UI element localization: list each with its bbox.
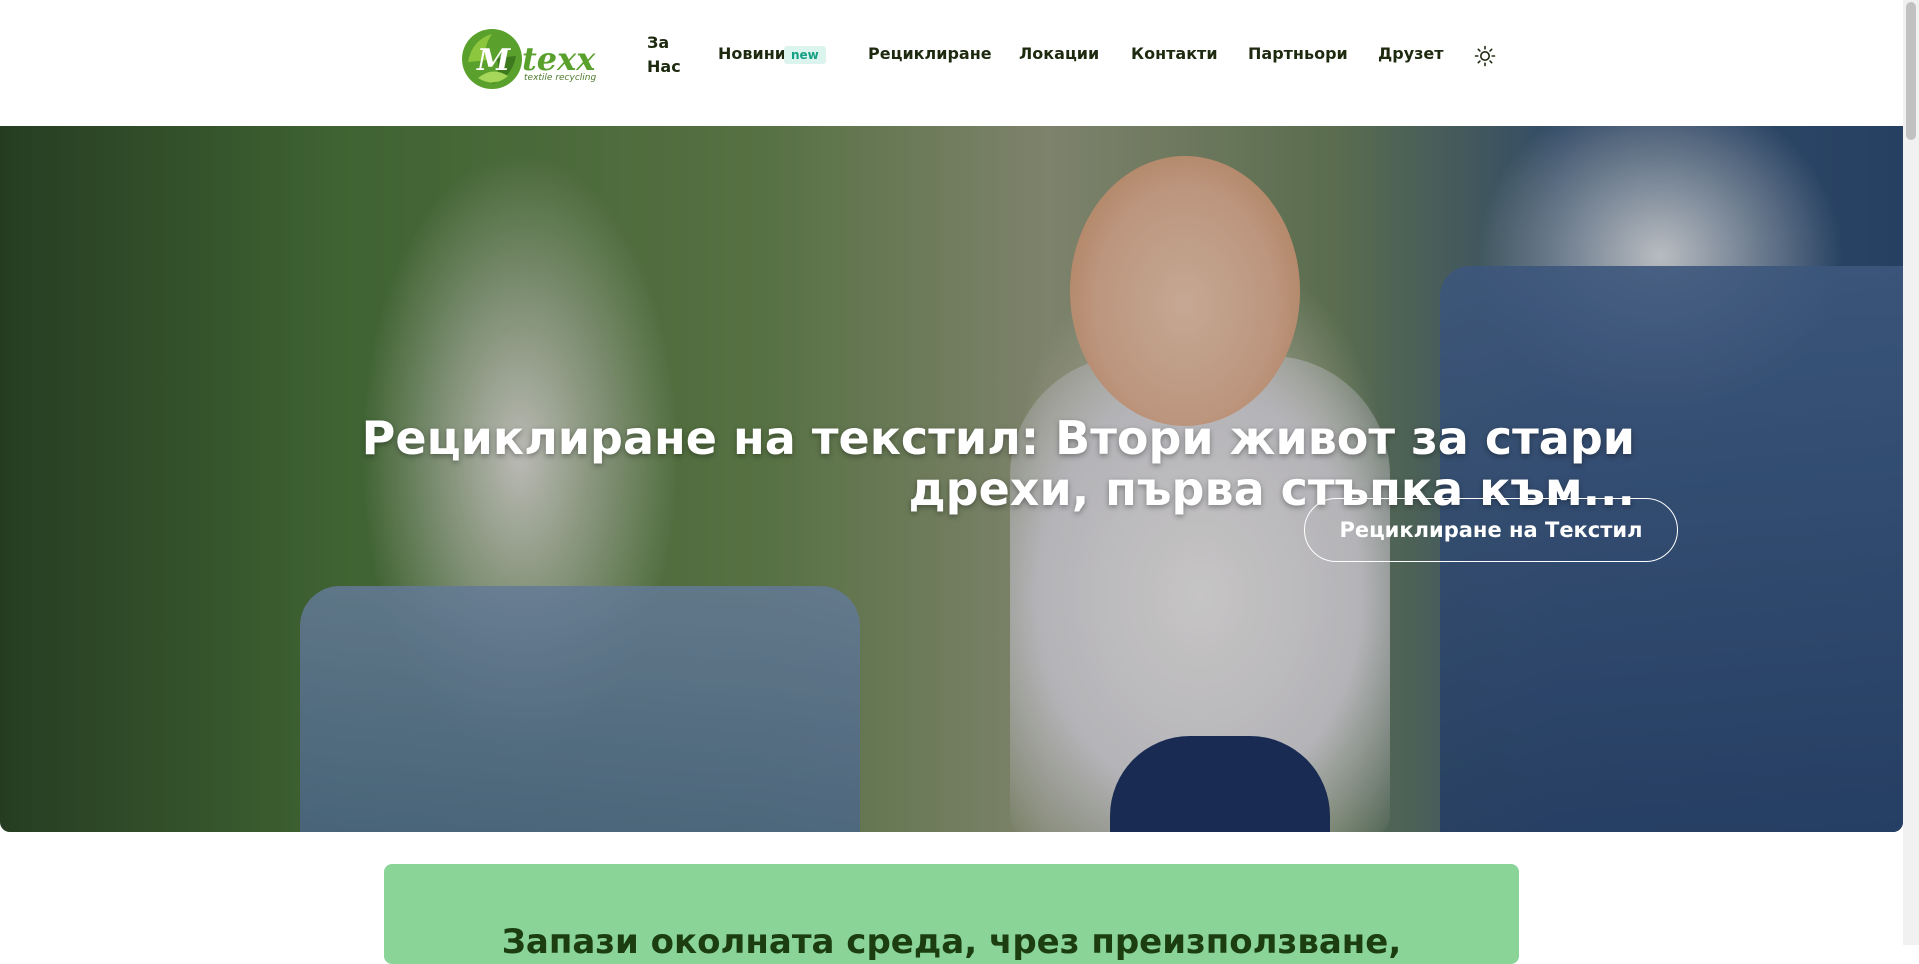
nav-other[interactable]: Друзет (1378, 44, 1444, 63)
news-new-badge: new (784, 46, 826, 64)
page-scrollbar[interactable] (1903, 0, 1919, 945)
site-header: M texx textile recycling За Нас Новини n… (0, 0, 1903, 126)
nav-recycling[interactable]: Рециклиране (868, 44, 992, 63)
nav-news[interactable]: Новини (718, 44, 786, 63)
nav-about[interactable]: За Нас (647, 31, 687, 79)
hero-cta-button[interactable]: Рециклиране на Текстил (1304, 498, 1678, 562)
nav-locations[interactable]: Локации (1019, 44, 1099, 63)
nav-partners[interactable]: Партньори (1248, 44, 1348, 63)
svg-text:M: M (476, 43, 511, 78)
hero-banner: Рециклиране на текстил: Втори живот за с… (0, 126, 1903, 832)
logo-tagline: textile recycling (524, 73, 597, 83)
eco-section: Запази околната среда, чрез преизползван… (384, 864, 1519, 964)
scrollbar-thumb[interactable] (1906, 2, 1916, 140)
nav-contacts[interactable]: Контакти (1131, 44, 1218, 63)
sun-icon[interactable] (1474, 45, 1496, 67)
section-title: Запази околната среда, чрез преизползван… (501, 922, 1402, 963)
